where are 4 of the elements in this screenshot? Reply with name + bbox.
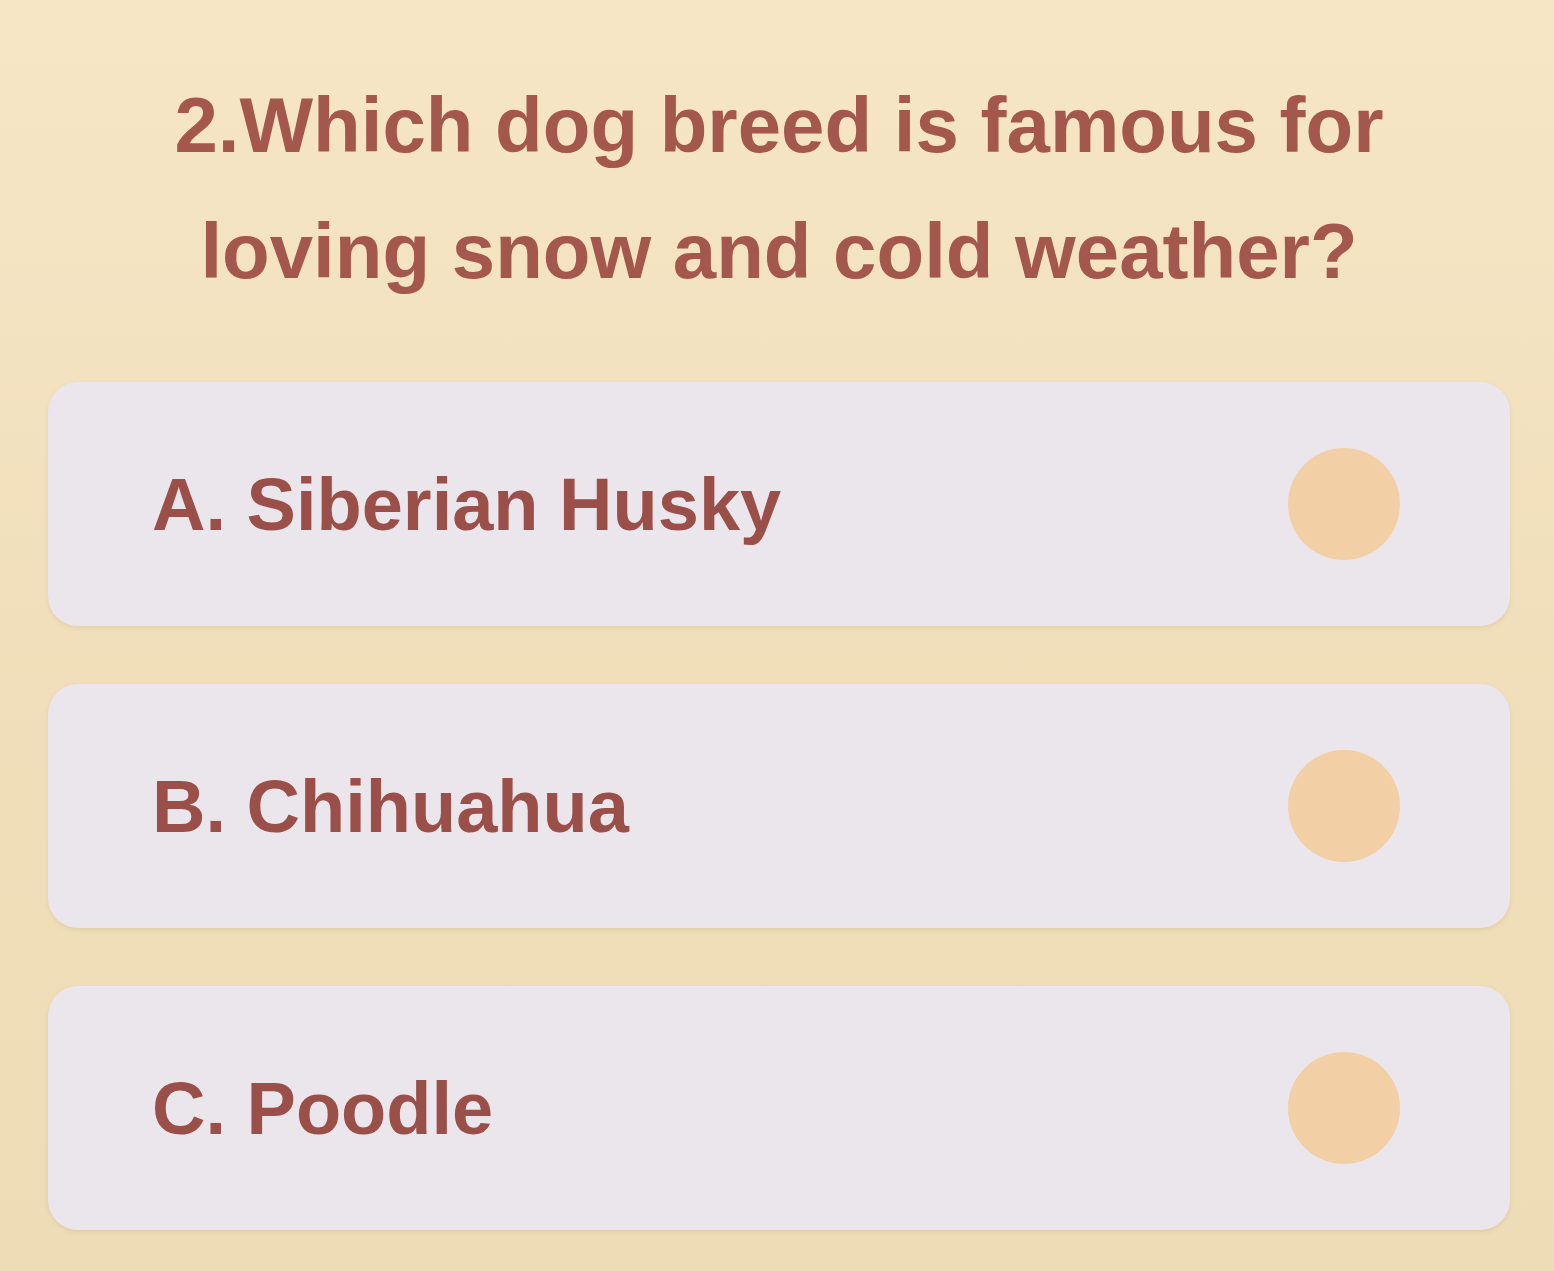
- answer-option[interactable]: C. Poodle: [48, 986, 1510, 1230]
- answer-option[interactable]: B. Chihuahua: [48, 684, 1510, 928]
- question-text: 2.Which dog breed is famous for loving snow and cold weather?: [173, 80, 1385, 297]
- answer-option[interactable]: A. Siberian Husky: [48, 382, 1510, 626]
